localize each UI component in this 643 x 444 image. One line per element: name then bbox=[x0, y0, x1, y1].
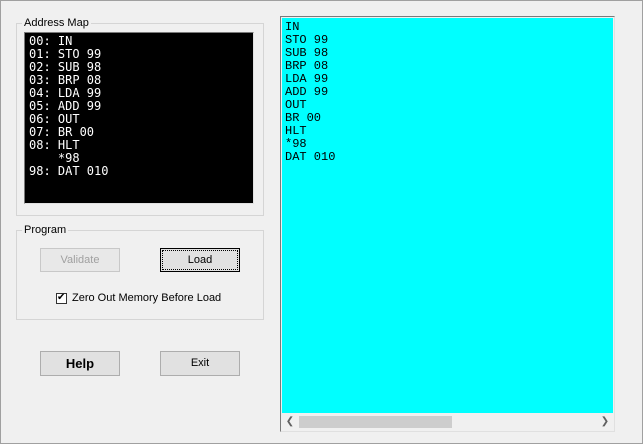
zero-memory-label: Zero Out Memory Before Load bbox=[72, 292, 222, 304]
load-button-label: Load bbox=[162, 250, 238, 270]
source-line: OUT bbox=[285, 98, 307, 112]
source-text-area[interactable]: IN STO 99 SUB 98 BRP 08 LDA 99 ADD 99 OU… bbox=[282, 18, 613, 413]
validate-button[interactable]: Validate bbox=[40, 248, 120, 272]
source-line: IN bbox=[285, 20, 300, 34]
source-line: LDA 99 bbox=[285, 72, 329, 86]
source-editor[interactable]: IN STO 99 SUB 98 BRP 08 LDA 99 ADD 99 OU… bbox=[280, 16, 615, 432]
address-map-list[interactable]: 00: IN 01: STO 99 02: SUB 98 03: BRP 08 … bbox=[24, 32, 254, 204]
exit-button[interactable]: Exit bbox=[160, 351, 240, 376]
source-line: STO 99 bbox=[285, 33, 329, 47]
source-line: BRP 08 bbox=[285, 59, 329, 73]
source-line: DAT 010 bbox=[285, 150, 336, 164]
source-line: HLT bbox=[285, 124, 307, 138]
program-group: Program bbox=[16, 224, 264, 320]
horizontal-scrollbar[interactable]: ❮ ❯ bbox=[282, 414, 613, 430]
scrollbar-thumb[interactable] bbox=[299, 416, 452, 428]
program-legend: Program bbox=[24, 224, 67, 236]
source-line: ADD 99 bbox=[285, 85, 329, 99]
zero-memory-option[interactable]: Zero Out Memory Before Load bbox=[56, 291, 222, 305]
address-map-legend: Address Map bbox=[24, 17, 89, 29]
zero-memory-checkbox[interactable] bbox=[56, 291, 67, 305]
load-button[interactable]: Load bbox=[160, 248, 240, 272]
help-button[interactable]: Help bbox=[40, 351, 120, 376]
source-line: SUB 98 bbox=[285, 46, 329, 60]
source-line: BR 00 bbox=[285, 111, 322, 125]
address-map-line: 98: DAT 010 bbox=[29, 164, 109, 178]
chevron-left-icon[interactable]: ❮ bbox=[282, 414, 298, 430]
chevron-right-icon[interactable]: ❯ bbox=[597, 414, 613, 430]
